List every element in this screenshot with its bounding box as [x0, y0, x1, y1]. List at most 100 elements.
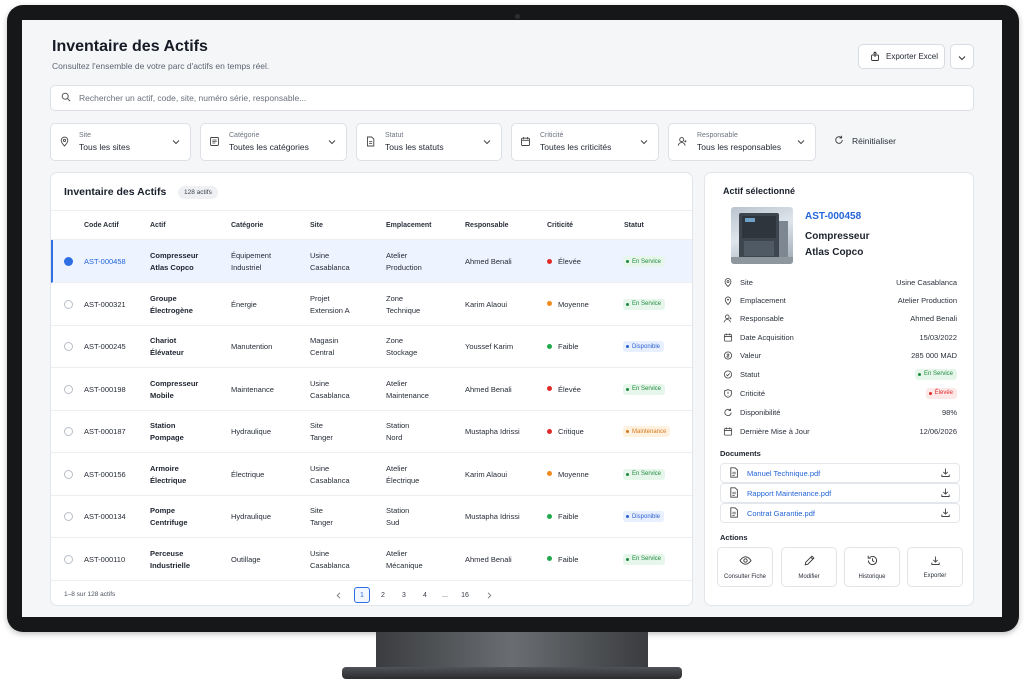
chevron-down-icon — [958, 48, 966, 66]
detail-responsable-value: Ahmed Benali — [910, 313, 957, 323]
status-label: En Service — [632, 258, 662, 265]
filter-site-value: Tous les sites — [79, 142, 131, 152]
table-row[interactable]: AST-000187 Station Pompage Hydraulique Si… — [51, 410, 692, 453]
asset-site: Projet Extension A — [310, 293, 350, 317]
row-select-radio[interactable] — [64, 257, 73, 266]
export-icon — [870, 50, 880, 63]
column-header-emplacement[interactable]: Emplacement — [386, 222, 432, 229]
document-item[interactable]: Rapport Maintenance.pdf — [720, 483, 960, 503]
row-select-radio[interactable] — [64, 299, 73, 309]
action-exporter-button[interactable]: Exporter — [907, 547, 963, 587]
asset-site-line: Casablanca — [310, 263, 350, 272]
asset-location-line: Station — [386, 421, 410, 430]
filter-categorie[interactable]: Catégorie Toutes les catégories — [200, 123, 347, 161]
criticality-label: Élevée — [558, 384, 581, 394]
filter-criticite[interactable]: Criticité Toutes les criticités — [511, 123, 659, 161]
table-row[interactable]: AST-000134 Pompe Centrifuge Hydraulique S… — [51, 495, 692, 538]
action-modifier-button[interactable]: Modifier — [781, 547, 837, 587]
pencil-icon — [803, 554, 816, 569]
reset-filters-button[interactable]: Réinitialiser — [834, 135, 896, 147]
page-button-5: ... — [442, 591, 448, 599]
column-header-categorie[interactable]: Catégorie — [231, 222, 263, 229]
column-header-responsable[interactable]: Responsable — [465, 222, 509, 229]
download-icon[interactable] — [940, 467, 951, 480]
row-select-radio[interactable] — [64, 554, 73, 564]
criticality-indicator: Moyenne — [547, 299, 589, 311]
row-select-radio[interactable] — [64, 384, 73, 394]
download-icon[interactable] — [940, 487, 951, 500]
search-bar[interactable]: Rechercher un actif, code, site, numéro … — [50, 85, 974, 111]
column-header-actif[interactable]: Actif — [150, 222, 166, 229]
table-row[interactable]: AST-000110 Perceuse Industrielle Outillag… — [51, 538, 692, 581]
filter-responsable[interactable]: Responsable Tous les responsables — [668, 123, 816, 161]
column-header-site[interactable]: Site — [310, 222, 323, 229]
asset-name-line: Chariot — [150, 336, 177, 345]
row-select-radio[interactable] — [64, 512, 73, 521]
pdf-file-icon — [729, 506, 739, 520]
criticality-indicator: Élevée — [547, 256, 581, 268]
export-options-button[interactable] — [950, 44, 974, 69]
action-consulter-fiche-button[interactable]: Consulter Fiche — [717, 547, 773, 587]
page-button-6[interactable]: 16 — [457, 587, 473, 603]
status-badge: En Service — [623, 553, 666, 565]
prev-page-button[interactable] — [330, 587, 346, 603]
page-button-3[interactable]: 3 — [396, 587, 412, 603]
criticality-label: Moyenne — [558, 299, 589, 309]
criticality-dot — [547, 471, 552, 477]
criticality-dot — [547, 386, 552, 392]
detail-statut-label: Statut — [740, 369, 760, 379]
column-header-criticite[interactable]: Criticité — [547, 222, 573, 229]
table-row[interactable]: AST-000198 Compresseur Mobile Maintenance… — [51, 368, 692, 411]
page-button-2[interactable]: 2 — [375, 587, 391, 603]
asset-location-line: Stockage — [386, 348, 418, 357]
column-header-statut[interactable]: Statut — [624, 222, 644, 229]
action-historique-button[interactable]: Historique — [844, 547, 900, 587]
status-label: En Service — [632, 301, 662, 307]
row-select-radio[interactable] — [64, 469, 73, 479]
detail-field-valeur: Valeur 285 000 MAD — [723, 348, 957, 362]
asset-location-line: Zone — [386, 336, 404, 345]
row-select-radio[interactable] — [64, 342, 73, 351]
page-button-4[interactable]: 4 — [417, 587, 433, 603]
asset-owner: Karim Alaoui — [465, 469, 508, 479]
filter-statut-label: Statut — [385, 132, 404, 139]
download-icon[interactable] — [940, 507, 951, 520]
table-row[interactable]: AST-000245 Chariot Élévateur Manutention … — [51, 325, 692, 368]
export-excel-button[interactable]: Exporter Excel — [858, 44, 945, 69]
pdf-file-icon — [729, 486, 739, 500]
filter-statut[interactable]: Statut Tous les statuts — [356, 123, 502, 161]
status-dot — [626, 515, 629, 518]
page-button-1[interactable]: 1 — [354, 587, 370, 603]
chevron-down-icon — [640, 139, 648, 145]
asset-name-line: Compresseur — [150, 378, 199, 388]
asset-code[interactable]: AST-000458 — [84, 256, 126, 268]
document-item[interactable]: Contrat Garantie.pdf — [720, 503, 960, 523]
document-link[interactable]: Rapport Maintenance.pdf — [747, 489, 932, 498]
row-select-radio[interactable] — [64, 427, 73, 436]
asset-name-line: Perceuse — [150, 548, 184, 558]
table-row[interactable]: AST-000458 Compresseur Atlas Copco Équipe… — [51, 240, 692, 283]
monitor-stand-neck — [376, 632, 648, 670]
asset-name-line: Compresseur — [150, 251, 199, 260]
document-link[interactable]: Contrat Garantie.pdf — [747, 509, 932, 518]
asset-code: AST-000156 — [84, 469, 126, 479]
asset-name: Compresseur Atlas Copco — [150, 250, 198, 274]
criticality-label: Faible — [558, 512, 579, 521]
asset-owner: Ahmed Benali — [465, 384, 512, 394]
asset-site-line: Site — [310, 421, 323, 430]
status-label: Disponible — [632, 513, 661, 520]
monitor-stand-base — [342, 667, 682, 679]
next-page-button[interactable] — [481, 587, 497, 603]
asset-name-line: Électrogène — [150, 305, 193, 315]
detail-derniere-mise-a-jour-value-wrap: 12/06/2026 — [919, 427, 957, 436]
table-row[interactable]: AST-000321 Groupe Électrogène Énergie Pro… — [51, 283, 692, 326]
table-row[interactable]: AST-000156 Armoire Électrique Électrique … — [51, 453, 692, 496]
column-header-code-actif[interactable]: Code Actif — [84, 222, 119, 229]
filter-responsable-label: Responsable — [697, 132, 738, 139]
asset-location-line: Électrique — [386, 475, 420, 485]
document-link[interactable]: Manuel Technique.pdf — [747, 469, 932, 478]
filter-site[interactable]: Site Tous les sites — [50, 123, 191, 161]
criticality-label: Critique — [558, 427, 584, 436]
search-input-placeholder[interactable]: Rechercher un actif, code, site, numéro … — [79, 93, 306, 103]
document-item[interactable]: Manuel Technique.pdf — [720, 463, 960, 483]
